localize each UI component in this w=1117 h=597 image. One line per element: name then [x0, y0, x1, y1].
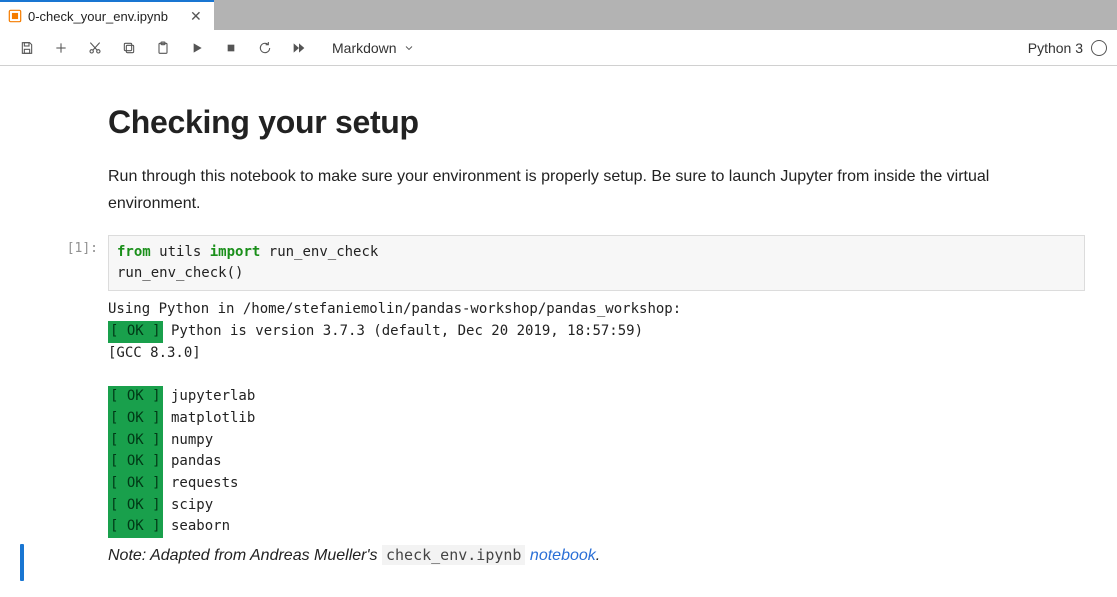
- insert-cell-button[interactable]: [44, 34, 78, 62]
- cell-type-selector[interactable]: Markdown: [326, 36, 421, 60]
- prompt-empty: [20, 542, 108, 583]
- cell-prompt: [1]:: [20, 235, 108, 538]
- close-icon[interactable]: ✕: [188, 7, 204, 25]
- markdown-note-cell[interactable]: Note: Adapted from Andreas Mueller's che…: [0, 540, 1117, 585]
- paste-button[interactable]: [146, 34, 180, 62]
- copy-button[interactable]: [112, 34, 146, 62]
- code-module: utils: [159, 244, 201, 260]
- restart-run-all-button[interactable]: [282, 34, 316, 62]
- kernel-status-idle-icon[interactable]: [1091, 40, 1107, 56]
- note-suffix: .: [596, 547, 600, 564]
- tab-bar: 0-check_your_env.ipynb ✕: [0, 0, 1117, 30]
- ok-badge: [ OK ]: [108, 430, 163, 452]
- tab-active[interactable]: 0-check_your_env.ipynb ✕: [0, 0, 214, 30]
- notebook-area[interactable]: Checking your setup Run through this not…: [0, 66, 1117, 597]
- note-paragraph: Note: Adapted from Andreas Mueller's che…: [108, 542, 1085, 569]
- run-button[interactable]: [180, 34, 214, 62]
- tab-title: 0-check_your_env.ipynb: [28, 9, 168, 24]
- cut-button[interactable]: [78, 34, 112, 62]
- intro-text: Run through this notebook to make sure y…: [108, 163, 1085, 217]
- ok-badge: [ OK ]: [108, 473, 163, 495]
- note-code: check_env.ipynb: [382, 545, 525, 565]
- code-input[interactable]: from utils import run_env_check run_env_…: [108, 235, 1085, 291]
- kw-from: from: [117, 244, 151, 260]
- toolbar: Markdown Python 3: [0, 30, 1117, 66]
- cell-type-label: Markdown: [332, 40, 397, 56]
- ok-badge: [ OK ]: [108, 386, 163, 408]
- ok-badge: [ OK ]: [108, 321, 163, 343]
- chevron-down-icon: [403, 42, 415, 54]
- ok-badge: [ OK ]: [108, 451, 163, 473]
- interrupt-button[interactable]: [214, 34, 248, 62]
- ok-badge: [ OK ]: [108, 408, 163, 430]
- save-button[interactable]: [10, 34, 44, 62]
- kernel-name[interactable]: Python 3: [1028, 40, 1083, 56]
- kw-import: import: [210, 244, 261, 260]
- prompt-empty: [20, 86, 108, 231]
- code-output: Using Python in /home/stefaniemolin/pand…: [108, 291, 1085, 538]
- ok-badge: [ OK ]: [108, 516, 163, 538]
- page-title: Checking your setup: [108, 104, 1085, 141]
- ok-badge: [ OK ]: [108, 495, 163, 517]
- code-call: run_env_check(): [117, 265, 243, 281]
- code-name: run_env_check: [269, 244, 379, 260]
- note-link[interactable]: notebook: [530, 547, 596, 564]
- code-cell[interactable]: [1]: from utils import run_env_check run…: [0, 233, 1117, 540]
- markdown-cell[interactable]: Checking your setup Run through this not…: [0, 84, 1117, 233]
- restart-button[interactable]: [248, 34, 282, 62]
- note-prefix: Note: Adapted from Andreas Mueller's: [108, 547, 382, 564]
- notebook-icon: [8, 9, 22, 23]
